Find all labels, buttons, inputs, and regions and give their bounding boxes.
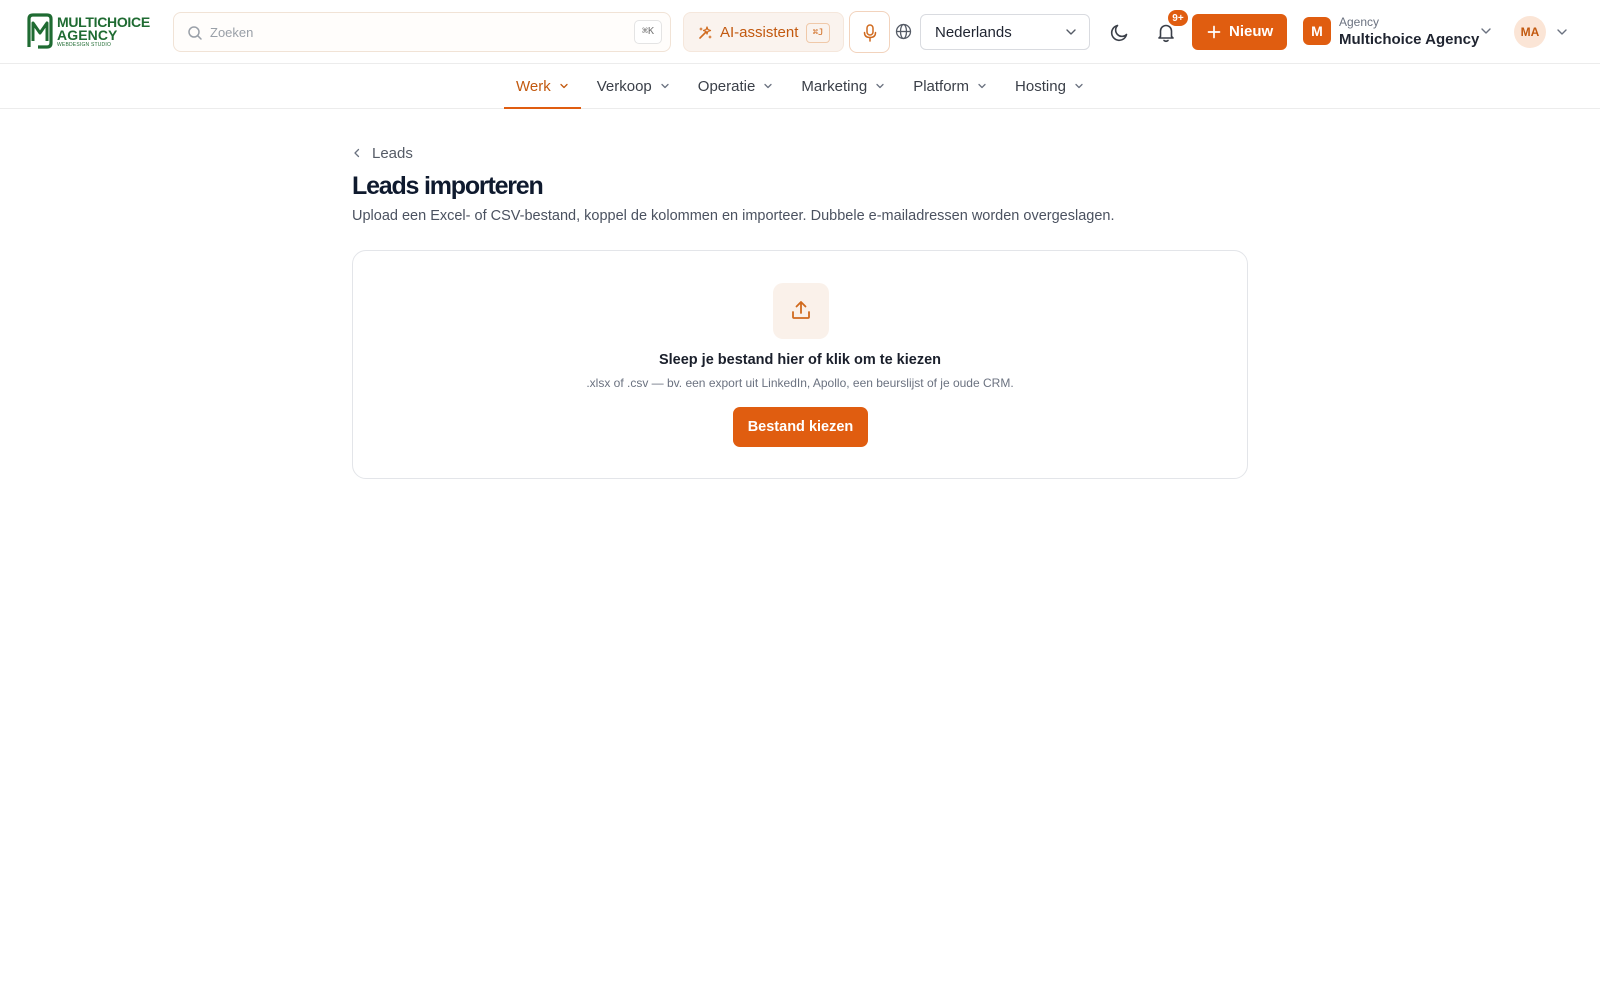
nav-item-platform[interactable]: Platform (901, 64, 999, 108)
nav-item-label: Werk (516, 77, 551, 95)
agency-switcher[interactable]: M Agency Multichoice Agency (1303, 13, 1498, 51)
search-icon (188, 26, 202, 40)
ai-assistant-label: AI-assistent (720, 24, 799, 41)
logo-wordmark: MULTICHOICE AGENCY WEBDESIGN STUDIO (57, 15, 150, 48)
chevron-down-icon (1481, 28, 1491, 34)
chevron-down-icon (764, 83, 772, 89)
nav-item-verkoop[interactable]: Verkoop (585, 64, 682, 108)
nav-item-operatie[interactable]: Operatie (686, 64, 786, 108)
chevron-down-icon (978, 83, 986, 89)
ai-assistant-button[interactable]: AI-assistent ⌘J (683, 12, 844, 52)
nav-list: Werk Verkoop Operatie Marketing Platform… (504, 64, 1100, 109)
new-button-label: Nieuw (1229, 23, 1274, 40)
breadcrumb[interactable]: Leads (352, 143, 413, 163)
agency-name: Multichoice Agency (1339, 31, 1480, 48)
nav-item-label: Operatie (697, 77, 756, 95)
logo[interactable]: MULTICHOICE AGENCY WEBDESIGN STUDIO (26, 11, 158, 51)
top-header: MULTICHOICE AGENCY WEBDESIGN STUDIO ⌘K A… (0, 0, 1600, 64)
chevron-down-icon (1066, 29, 1076, 35)
nav-item-label: Hosting (1015, 77, 1066, 95)
main-nav: Werk Verkoop Operatie Marketing Platform… (0, 64, 1600, 109)
page-title: Leads importeren (352, 172, 544, 200)
logo-line-2: AGENCY (57, 26, 118, 43)
logo-line-3: WEBDESIGN STUDIO (57, 41, 112, 48)
nav-item-label: Marketing (801, 77, 868, 95)
new-button[interactable]: Nieuw (1192, 14, 1287, 50)
agency-avatar: M (1303, 17, 1331, 45)
dropzone-hint: .xlsx of .csv — bv. een export uit Linke… (586, 376, 1014, 390)
language-selected-value: Nederlands (935, 24, 1012, 41)
file-dropzone[interactable]: Sleep je bestand hier of klik om te kiez… (352, 250, 1248, 479)
avatar: MA (1514, 16, 1546, 48)
logo-mark-icon (27, 13, 53, 49)
chevron-left-icon (354, 148, 360, 158)
ai-assistant-shortcut: ⌘J (806, 23, 830, 43)
globe-icon (895, 23, 912, 40)
breadcrumb-link-leads[interactable]: Leads (372, 145, 413, 162)
page-description: Upload een Excel- of CSV-bestand, koppel… (352, 208, 1115, 224)
language-select[interactable]: Nederlands (920, 14, 1090, 50)
search-shortcut: ⌘K (634, 20, 662, 44)
agency-kicker: Agency (1339, 15, 1380, 29)
upload-icon-box (773, 283, 829, 339)
chevron-down-icon (1557, 29, 1567, 35)
user-menu[interactable]: MA (1514, 16, 1574, 48)
chevron-down-icon (560, 83, 568, 89)
choose-file-button[interactable]: Bestand kiezen (733, 407, 868, 447)
search-input[interactable] (210, 13, 610, 51)
chevron-down-icon (876, 83, 884, 89)
moon-icon (1110, 24, 1128, 42)
chevron-down-icon (661, 83, 669, 89)
upload-icon (792, 301, 810, 319)
chevron-down-icon (1075, 83, 1083, 89)
nav-item-label: Verkoop (596, 77, 652, 95)
voice-input-button[interactable] (849, 11, 890, 53)
nav-item-label: Platform (913, 77, 970, 95)
search-box[interactable]: ⌘K (173, 12, 671, 52)
notification-badge: 9+ (1167, 9, 1189, 27)
nav-item-marketing[interactable]: Marketing (789, 64, 897, 108)
theme-toggle-button[interactable] (1108, 20, 1132, 44)
nav-item-werk[interactable]: Werk (504, 64, 581, 109)
plus-icon (1207, 25, 1221, 39)
sparkle-icon (699, 26, 712, 39)
dropzone-title: Sleep je bestand hier of klik om te kiez… (658, 352, 942, 368)
microphone-icon (863, 24, 877, 42)
nav-item-hosting[interactable]: Hosting (1003, 64, 1096, 108)
